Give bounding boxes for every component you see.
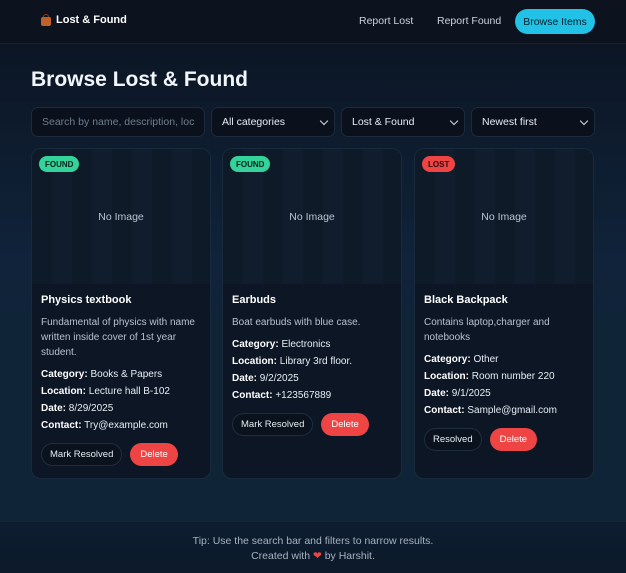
item-description: Fundamental of physics with name written… [41, 317, 195, 358]
backpack-icon [40, 14, 52, 26]
item-description: Contains laptop,charger and notebooks [424, 317, 550, 343]
item-category: Category: Books & Papers [41, 369, 163, 380]
item-date: Date: 9/2/2025 [232, 373, 299, 384]
brand-logo[interactable]: Lost & Found [40, 14, 127, 26]
item-description: Boat earbuds with blue case. [232, 317, 361, 328]
chevron-down-icon [579, 116, 589, 126]
status-badge: LOST [422, 156, 456, 172]
chevron-down-icon [319, 116, 329, 126]
nav-report-lost[interactable]: Report Lost [359, 15, 413, 27]
footer-divider [0, 521, 626, 522]
top-navbar: Lost & Found Report Lost Report Found Br… [0, 0, 626, 44]
search-placeholder: Search by name, description, loc [42, 116, 195, 128]
item-contact: Contact: Sample@gmail.com [424, 405, 557, 416]
delete-button[interactable]: Delete [489, 428, 538, 451]
item-title: Black Backpack [424, 294, 508, 306]
item-contact: Contact: Try@example.com [41, 420, 168, 431]
footer-credit: Created with ❤ by Harshit. [251, 550, 375, 562]
item-title: Earbuds [232, 294, 277, 306]
item-card[interactable]: No Image FOUND Earbuds Boat earbuds with… [222, 148, 402, 479]
delete-button[interactable]: Delete [321, 413, 369, 436]
heart-icon: ❤ [312, 550, 322, 562]
type-select[interactable]: Lost & Found [341, 107, 465, 137]
item-title: Physics textbook [41, 294, 132, 306]
delete-button[interactable]: Delete [130, 443, 178, 466]
item-category: Category: Electronics [232, 339, 331, 350]
search-input[interactable]: Search by name, description, loc [31, 107, 205, 137]
item-card[interactable]: No Image FOUND Physics textbook Fundamen… [31, 148, 211, 479]
page-title: Browse Lost & Found [31, 68, 248, 91]
item-category: Category: Other [424, 354, 499, 365]
footer: Tip: Use the search bar and filters to n… [0, 534, 626, 564]
category-select[interactable]: All categories [211, 107, 335, 137]
item-location: Location: Room number 220 [424, 371, 555, 382]
resolved-button[interactable]: Resolved [424, 428, 482, 451]
status-badge: FOUND [39, 156, 80, 172]
no-image-label: No Image [98, 210, 144, 223]
status-badge: FOUND [230, 156, 271, 172]
footer-tip: Tip: Use the search bar and filters to n… [192, 535, 434, 547]
mark-resolved-button[interactable]: Mark Resolved [232, 413, 314, 436]
item-date: Date: 8/29/2025 [41, 403, 114, 414]
item-location: Location: Library 3rd floor. [232, 356, 353, 367]
no-image-label: No Image [481, 210, 527, 223]
nav-report-found[interactable]: Report Found [437, 15, 501, 27]
type-select-value: Lost & Found [352, 116, 415, 128]
sort-select-value: Newest first [482, 116, 537, 128]
no-image-label: No Image [289, 210, 335, 223]
item-location: Location: Lecture hall B-102 [41, 386, 170, 397]
nav-browse-items[interactable]: Browse Items [515, 9, 595, 34]
item-card[interactable]: No Image LOST Black Backpack Contains la… [414, 148, 594, 479]
brand-name: Lost & Found [56, 14, 127, 26]
category-select-value: All categories [222, 116, 286, 128]
item-contact: Contact: +123567889 [232, 390, 332, 401]
chevron-down-icon [449, 116, 459, 126]
mark-resolved-button[interactable]: Mark Resolved [41, 443, 123, 466]
sort-select[interactable]: Newest first [471, 107, 595, 137]
item-date: Date: 9/1/2025 [424, 388, 491, 399]
